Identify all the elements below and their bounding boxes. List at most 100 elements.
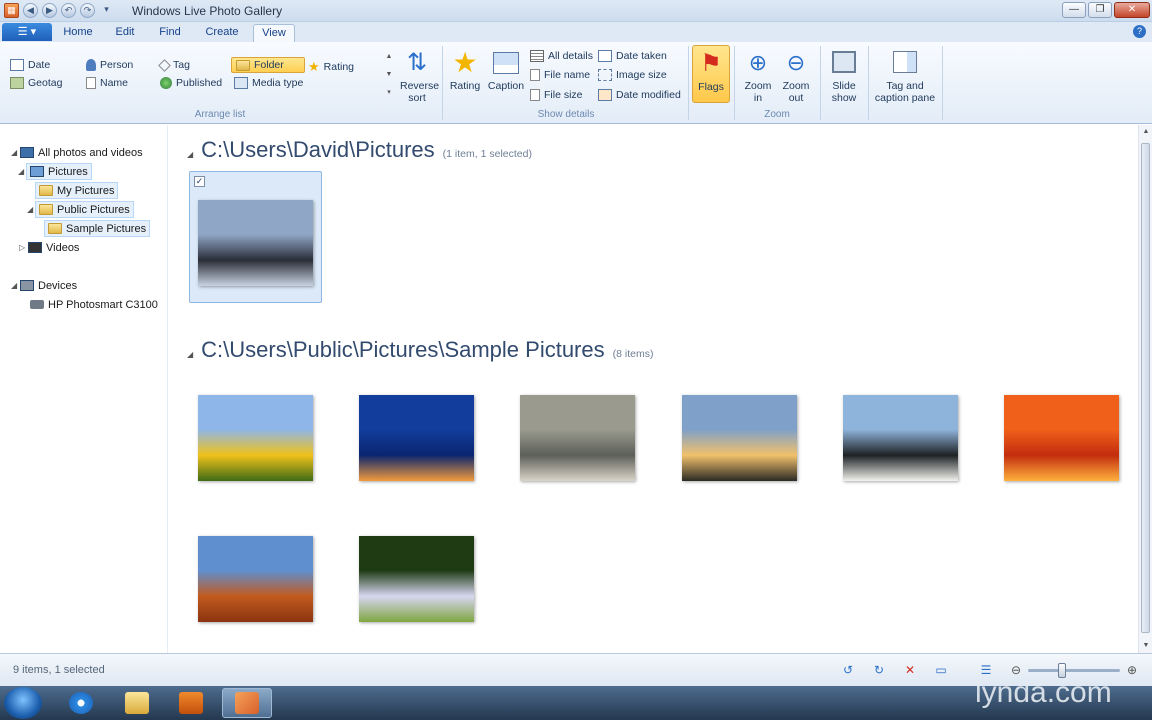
arrange-rating[interactable]: ★ Rating — [308, 59, 354, 75]
calendar-icon — [10, 59, 24, 71]
undo-icon[interactable]: ↶ — [61, 3, 76, 18]
internet-explorer-icon — [69, 692, 93, 714]
slide-show-button[interactable]: Slide show — [824, 48, 864, 104]
all-details-button[interactable]: All details — [530, 50, 593, 62]
taskbar-internet-explorer[interactable] — [56, 688, 106, 718]
selection-checkbox[interactable]: ✓ — [194, 176, 205, 187]
date-taken-button[interactable]: Date taken — [598, 50, 667, 62]
arrange-person[interactable]: Person — [86, 59, 133, 71]
arrange-folder[interactable]: Folder — [231, 57, 305, 73]
tab-find[interactable]: Find — [150, 24, 190, 42]
photo-thumbnail-chrysanthemum[interactable] — [1004, 395, 1119, 481]
folder-icon — [39, 185, 53, 196]
nav-all-photos-videos[interactable]: All photos and videos — [20, 144, 143, 161]
taskbar-explorer[interactable] — [112, 688, 162, 718]
caption-button[interactable]: Caption — [486, 48, 526, 92]
image-size-button[interactable]: Image size — [598, 69, 667, 81]
group-header[interactable]: ◢ C:\Users\Public\Pictures\Sample Pictur… — [187, 337, 653, 363]
zoom-out-icon[interactable]: ⊖ — [1008, 663, 1024, 677]
zoom-slider[interactable] — [1028, 663, 1120, 678]
close-button[interactable]: ✕ — [1114, 2, 1150, 18]
person-icon — [86, 59, 96, 71]
rotate-right-icon[interactable]: ↻ — [871, 663, 887, 677]
collapse-arrow-icon[interactable]: ◢ — [11, 148, 17, 157]
collapse-group-icon[interactable]: ◢ — [187, 150, 193, 159]
customize-qat-icon[interactable]: ▾ — [99, 3, 114, 18]
minimize-button[interactable]: — — [1062, 2, 1086, 18]
restore-button[interactable]: ❐ — [1088, 2, 1112, 18]
app-menu-button[interactable]: ☰ ▾ — [2, 23, 52, 41]
photo-thumbnail-desert[interactable] — [198, 536, 313, 622]
reverse-sort-button[interactable]: ⇅ Reverse sort — [398, 48, 439, 104]
arrange-geotag[interactable]: Geotag — [10, 77, 62, 89]
nav-my-pictures[interactable]: My Pictures — [35, 182, 119, 199]
nav-printer[interactable]: HP Photosmart C3100 — [30, 296, 158, 313]
nav-devices[interactable]: Devices — [20, 277, 77, 294]
vertical-scrollbar[interactable]: ▲ ▼ — [1138, 125, 1152, 653]
group-header[interactable]: ◢ C:\Users\David\Pictures (1 item, 1 sel… — [187, 137, 532, 163]
photo-thumbnail-koala[interactable] — [520, 395, 635, 481]
group-path: C:\Users\David\Pictures — [201, 137, 435, 162]
zoom-in-button[interactable]: ⊕ Zoom in — [740, 48, 776, 104]
start-button[interactable] — [4, 687, 42, 719]
tab-home[interactable]: Home — [56, 24, 100, 42]
arrange-date[interactable]: Date — [10, 59, 50, 71]
collapse-group-icon[interactable]: ◢ — [187, 350, 193, 359]
date-modified-button[interactable]: Date modified — [598, 89, 681, 101]
ribbon-separator — [688, 46, 689, 120]
forward-icon[interactable]: ▶ — [42, 3, 57, 18]
rating-button[interactable]: ★ Rating — [448, 48, 482, 93]
nav-videos[interactable]: Videos — [28, 239, 79, 256]
group-path: C:\Users\Public\Pictures\Sample Pictures — [201, 337, 605, 362]
photo-thumbnail-cliff-ocean[interactable] — [198, 200, 313, 286]
tab-view[interactable]: View — [253, 24, 295, 42]
document-icon — [86, 77, 96, 89]
file-size-button[interactable]: File size — [530, 89, 583, 101]
photo-thumbnail-hydrangeas[interactable] — [359, 536, 474, 622]
app-icon[interactable]: ▦ — [4, 3, 19, 18]
status-text: 9 items, 1 selected — [13, 664, 105, 676]
ribbon-separator — [868, 46, 869, 120]
collapse-arrow-icon[interactable]: ◢ — [11, 281, 17, 290]
slide-show-icon[interactable]: ▭ — [933, 663, 949, 677]
redo-icon[interactable]: ↷ — [80, 3, 95, 18]
tab-edit[interactable]: Edit — [106, 24, 144, 42]
nav-pictures[interactable]: Pictures — [26, 163, 92, 180]
scrollbar-thumb[interactable] — [1141, 143, 1150, 633]
flags-button[interactable]: ⚑ Flags — [692, 45, 730, 103]
collapse-arrow-icon[interactable]: ◢ — [18, 167, 24, 176]
expand-arrow-icon[interactable]: ▷ — [19, 243, 25, 252]
details-view-icon[interactable]: ☰ — [978, 663, 994, 677]
collapse-arrow-icon[interactable]: ◢ — [27, 205, 33, 214]
back-icon[interactable]: ◀ — [23, 3, 38, 18]
arrange-published[interactable]: Published — [160, 77, 222, 89]
scroll-up-icon[interactable]: ▲ — [1139, 125, 1152, 139]
taskbar-media-player[interactable] — [166, 688, 216, 718]
tab-create[interactable]: Create — [198, 24, 246, 42]
photo-thumbnail-lighthouse[interactable] — [682, 395, 797, 481]
arrange-gallery-more[interactable]: ▲ ▼ ▾ — [384, 48, 394, 102]
arrange-media-type[interactable]: Media type — [234, 77, 303, 89]
ribbon-separator — [734, 46, 735, 120]
photo-thumbnail-penguins[interactable] — [843, 395, 958, 481]
arrange-name[interactable]: Name — [86, 77, 128, 89]
folder-icon — [236, 59, 250, 71]
nav-public-pictures[interactable]: Public Pictures — [35, 201, 134, 218]
zoom-out-button[interactable]: ⊖ Zoom out — [778, 48, 814, 104]
scroll-down-icon[interactable]: ▼ — [1139, 639, 1152, 653]
group-label-show-details: Show details — [537, 109, 595, 120]
arrange-tag[interactable]: Tag — [158, 58, 190, 72]
zoom-in-icon[interactable]: ⊕ — [1124, 663, 1140, 677]
taskbar-photo-gallery[interactable] — [222, 688, 272, 718]
folder-icon — [125, 692, 149, 714]
reverse-sort-icon: ⇅ — [406, 49, 428, 76]
file-name-button[interactable]: File name — [530, 69, 590, 81]
tag-caption-pane-button[interactable]: Tag and caption pane — [872, 48, 938, 104]
delete-icon[interactable]: ✕ — [902, 663, 918, 677]
group-count: (1 item, 1 selected) — [442, 148, 532, 160]
photo-thumbnail-jellyfish[interactable] — [359, 395, 474, 481]
rotate-left-icon[interactable]: ↺ — [840, 663, 856, 677]
nav-sample-pictures[interactable]: Sample Pictures — [44, 220, 151, 237]
help-icon[interactable]: ? — [1133, 25, 1146, 38]
photo-thumbnail-tulips[interactable] — [198, 395, 313, 481]
